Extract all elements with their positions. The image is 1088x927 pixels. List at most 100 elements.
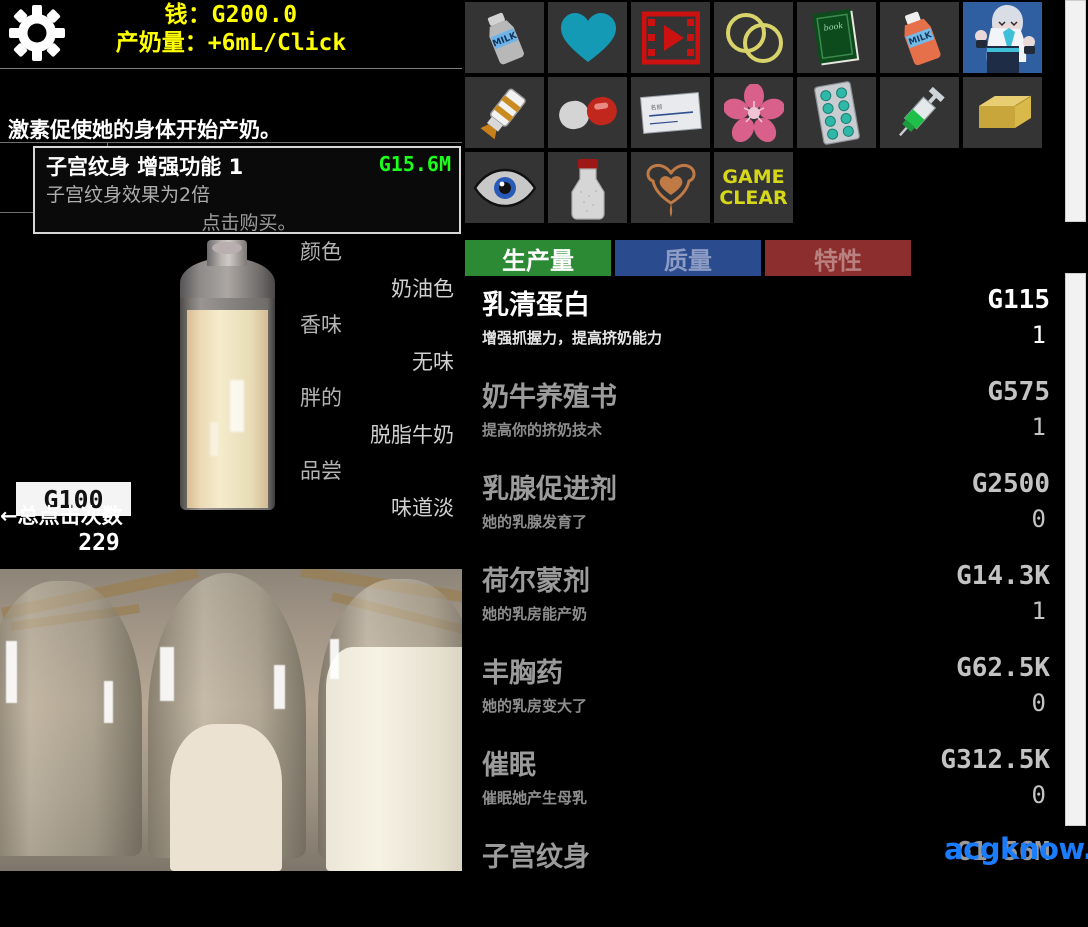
shop-item-name: 丰胸药 <box>482 658 563 689</box>
shop-item-list: 乳清蛋白 G115 增强抓握力，提高挤奶能力 1 奶牛养殖书 G575 提高你的… <box>464 283 1064 927</box>
two-rings-icon[interactable] <box>714 2 793 73</box>
shop-item-count: 1 <box>1031 413 1046 441</box>
tooltip-description: 子宫纹身效果为2倍 <box>46 184 211 206</box>
shop-item-desc: 她的乳腺发育了 <box>482 513 588 531</box>
heart-icon[interactable] <box>548 2 627 73</box>
sakura-flower-icon[interactable] <box>714 77 793 148</box>
milk-stat-key: 胖的 <box>300 386 342 410</box>
green-book-icon[interactable]: book <box>797 2 876 73</box>
tab-traits[interactable]: 特性 <box>765 240 911 276</box>
shop-item-name: 乳腺促进剂 <box>482 474 617 505</box>
category-tabs: 生产量 质量 特性 <box>465 240 911 276</box>
bottle-milk-fill <box>187 310 268 508</box>
womb-tattoo-icon[interactable] <box>631 152 710 223</box>
shop-item-price: G2500 <box>971 469 1050 499</box>
bottle-highlight <box>210 422 218 456</box>
shop-item-row[interactable]: 乳腺促进剂 G2500 她的乳腺发育了 0 <box>464 467 1064 559</box>
ointment-tube-icon[interactable] <box>465 77 544 148</box>
butter-block-icon[interactable] <box>963 77 1042 148</box>
game-window: 钱：G200.0 产奶量：+6mL/Click 激素促使她的身体开始产奶。 子宫… <box>0 0 1088 873</box>
milk-stat-value: 奶油色 <box>391 277 454 301</box>
tab-quality[interactable]: 质量 <box>615 240 761 276</box>
photo-milk-right <box>326 647 462 871</box>
shop-item-row[interactable]: 丰胸药 G62.5K 她的乳房变大了 0 <box>464 651 1064 743</box>
milk-stat-key: 品尝 <box>300 459 342 483</box>
scrollbar-shop-list[interactable] <box>1065 273 1086 826</box>
capsule-pill-icon[interactable] <box>548 77 627 148</box>
milk-jars-photo: 117mL <box>0 569 462 871</box>
tooltip-header: 子宫纹身 增强功能 1 G15.6M <box>35 148 459 179</box>
shop-item-row[interactable]: 催眠 G312.5K 催眠她产生母乳 0 <box>464 743 1064 835</box>
shop-item-price: G312.5K <box>940 745 1050 775</box>
photo-highlight <box>104 681 113 723</box>
shop-item-price: G62.5K <box>956 653 1050 683</box>
shop-item-desc: 催眠她产生母乳 <box>482 789 588 807</box>
click-counter-label: ←总点击次数 <box>0 504 123 528</box>
shop-item-count: 1 <box>1031 321 1046 349</box>
photo-highlight <box>160 647 174 701</box>
tooltip-price: G15.6M <box>378 152 451 176</box>
shop-item-count: 0 <box>1031 781 1046 809</box>
milk-stat-value: 味道淡 <box>391 496 454 520</box>
milk-stat-value: 脱脂牛奶 <box>370 423 454 447</box>
game-clear-label: GAME CLEAR <box>719 165 788 209</box>
photo-highlight <box>6 641 17 703</box>
tooltip-title: 子宫纹身 增强功能 1 <box>46 155 244 179</box>
tooltip-buy-hint: 点击购买。 <box>201 212 297 234</box>
character-portrait-icon[interactable] <box>963 2 1042 73</box>
shop-item-name: 奶牛养殖书 <box>482 382 617 413</box>
shop-item-count: 1 <box>1031 597 1046 625</box>
shop-item-count: 0 <box>1031 689 1046 717</box>
photo-milk-center <box>170 724 282 871</box>
shop-item-price: G115 <box>987 285 1050 315</box>
top-status-bar: 钱：G200.0 产奶量：+6mL/Click <box>0 0 462 69</box>
shop-item-count: 0 <box>1031 505 1046 533</box>
watermark: acgknow.cc <box>944 832 1088 866</box>
milk-bottle-white-icon[interactable]: MILK <box>465 2 544 73</box>
shop-item-desc: 增强抓握力，提高挤奶能力 <box>482 329 663 347</box>
tab-traits-label: 特性 <box>814 246 862 275</box>
shop-item-name: 乳清蛋白 <box>482 290 590 321</box>
shop-item-name: 子宫纹身 <box>482 842 590 873</box>
bottle-highlight <box>230 380 244 432</box>
photo-highlight <box>274 665 285 709</box>
shop-item-row[interactable]: 奶牛养殖书 G575 提高你的挤奶技术 1 <box>464 375 1064 467</box>
milk-bottle-graphic[interactable] <box>155 240 300 515</box>
tab-quality-label: 质量 <box>664 246 712 275</box>
left-panel: 钱：G200.0 产奶量：+6mL/Click 激素促使她的身体开始产奶。 子宫… <box>0 0 462 871</box>
milk-stat-key: 香味 <box>300 313 342 337</box>
shop-item-price: G575 <box>987 377 1050 407</box>
milk-stat-value: 无味 <box>412 350 454 374</box>
hormone-message: 激素促使她的身体开始产奶。 <box>8 118 281 142</box>
money-readouts: 钱：G200.0 产奶量：+6mL/Click <box>0 0 462 58</box>
money-value: 钱：G200.0 <box>164 2 298 28</box>
milk-carton-orange-icon[interactable]: MILK <box>880 2 959 73</box>
scrollbar-icon-grid[interactable] <box>1065 0 1086 222</box>
game-clear-icon[interactable]: GAME CLEAR <box>714 152 793 223</box>
click-counter: ←总点击次数 229 <box>0 500 180 556</box>
tab-production-label: 生产量 <box>502 246 574 275</box>
photo-jar-left <box>0 581 142 856</box>
bottle-cap <box>212 242 242 254</box>
film-play-icon[interactable] <box>631 2 710 73</box>
shop-item-desc: 她的乳房能产奶 <box>482 605 588 623</box>
photo-highlight <box>330 639 339 679</box>
click-counter-value: 229 <box>78 530 120 556</box>
syringe-icon[interactable] <box>880 77 959 148</box>
shop-item-row[interactable]: 荷尔蒙剂 G14.3K 她的乳房能产奶 1 <box>464 559 1064 651</box>
shop-item-price: G14.3K <box>956 561 1050 591</box>
eye-icon[interactable] <box>465 152 544 223</box>
shop-item-row[interactable]: 乳清蛋白 G115 增强抓握力，提高挤奶能力 1 <box>464 283 1064 375</box>
item-icon-grid: MILK book MILK 名前 GAME CLEAR <box>465 2 1052 223</box>
shop-item-name: 荷尔蒙剂 <box>482 566 590 597</box>
milk-stat-key: 颜色 <box>300 240 342 264</box>
name-card-icon[interactable]: 名前 <box>631 77 710 148</box>
svg-text:名前: 名前 <box>650 102 663 111</box>
pill-blister-pack-icon[interactable] <box>797 77 876 148</box>
milk-rate-value: 产奶量：+6mL/Click <box>115 30 347 56</box>
right-panel: MILK book MILK 名前 GAME CLEAR 生产量 质量 特性 乳… <box>462 0 1088 873</box>
shop-item-desc: 提高你的挤奶技术 <box>482 421 603 439</box>
shop-item-name: 催眠 <box>482 750 536 781</box>
powder-bottle-icon[interactable] <box>548 152 627 223</box>
tab-production[interactable]: 生产量 <box>465 240 611 276</box>
